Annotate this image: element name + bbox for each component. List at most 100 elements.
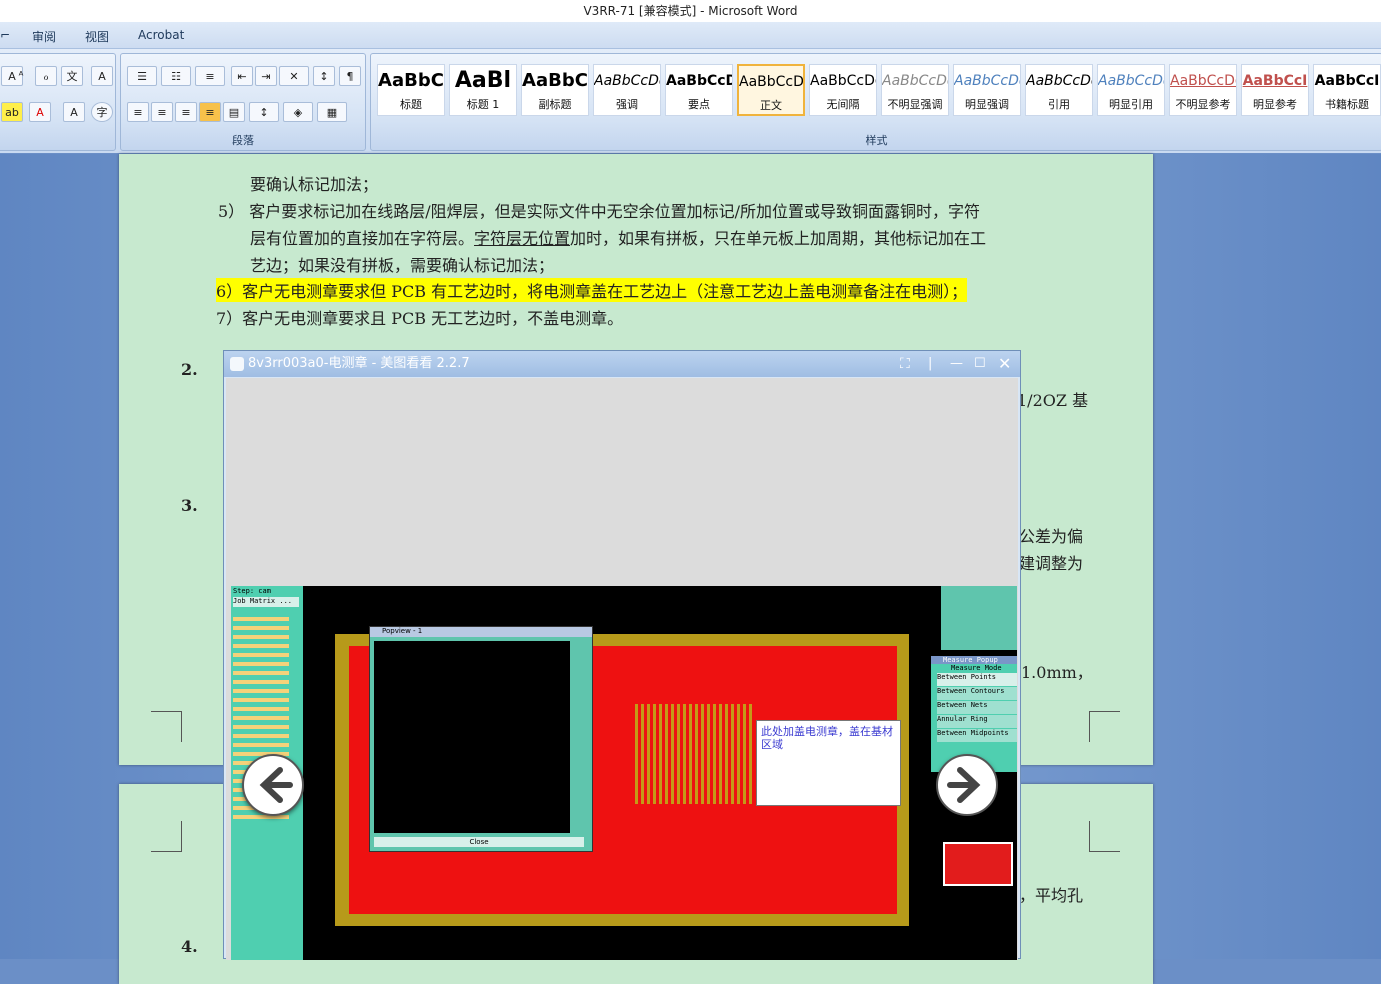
popview-close-button[interactable]: Close [374,837,584,847]
style-sample: AaBbCcI [1242,73,1308,89]
viewer-titlebar[interactable]: 8v3rr003a0-电测章 - 美图看看 2.2.7 ⛶ | — ☐ ✕ [224,351,1020,377]
style-name: 副标题 [538,98,572,111]
style-sample: AaBbCcDd [882,73,948,89]
menu-review[interactable]: 审阅 [32,28,56,45]
style-sample: AaBl [454,68,512,93]
style-card[interactable]: AaBl 标题 1 [449,64,517,116]
paragraph-group-label: 段落 [232,134,254,147]
style-name: 要点 [688,98,710,111]
viewer-image-area: Step: cam Job Matrix ... Measure Popup M… [226,378,1018,960]
style-card[interactable]: AaBbCcDd 不明显参考 [1169,64,1237,116]
distributed-icon[interactable]: ▤ [223,102,245,122]
menu-acrobat[interactable]: Acrobat [138,28,184,42]
image-viewer-window[interactable]: 8v3rr003a0-电测章 - 美图看看 2.2.7 ⛶ | — ☐ ✕ St… [223,350,1021,960]
font-group: A ᴬ ℴ 文 A ab A A 字 [0,53,116,151]
doc-fragment-gongcha: 公差为偏 [1019,527,1084,546]
style-card[interactable]: AaBbCcDd 无间隔 [809,64,877,116]
style-sample: AaBbC [378,70,444,91]
style-card[interactable]: AaBbCcD 要点 [665,64,733,116]
next-image-button[interactable] [936,754,998,816]
align-left-icon[interactable]: ≡ [127,102,149,122]
measure-option[interactable]: Between Contours [937,687,1017,700]
bullets-icon[interactable]: ☰ [127,66,157,86]
style-card[interactable]: AaBbCcDd 强调 [593,64,661,116]
font-color-icon[interactable]: A [29,102,51,122]
list-number-3: 3. [181,496,198,515]
cam-screenshot: Step: cam Job Matrix ... Measure Popup M… [231,586,1017,960]
measure-option[interactable]: Between Points [937,673,1017,686]
margin-mark [151,821,182,852]
margin-mark [151,711,182,742]
style-name: 明显强调 [965,98,1009,111]
cam-job-matrix[interactable]: Job Matrix ... [233,597,299,607]
menu-view[interactable]: 视图 [85,28,109,45]
measure-popup-title: Measure Popup [931,656,1017,664]
style-sample: AaBbCcDd [954,73,1020,89]
style-sample: AaBbCcDd [1026,73,1092,89]
shrink-font-icon[interactable]: ᴬ [10,66,32,86]
style-card[interactable]: AaBbCcDd 明显引用 [1097,64,1165,116]
arrow-left-icon [259,767,293,803]
char-border-icon[interactable]: A [91,66,113,86]
red-sample-box [943,842,1013,886]
popview-window[interactable]: Popview - 1 Close [369,626,593,852]
style-card[interactable]: AaBbCcDd 明显强调 [953,64,1021,116]
doc-line-3a: 层有位置加的直接加在字符层。 [250,229,475,248]
previous-image-button[interactable] [242,754,304,816]
multilevel-list-icon[interactable]: ≡ [195,66,225,86]
phonetic-icon[interactable]: 文 [61,66,83,86]
style-sample: AaBbCcD [666,73,732,89]
decrease-indent-icon[interactable]: ⇤ [231,66,253,86]
sort-icon[interactable]: ↕ [313,66,335,86]
window-title: V3RR-71 [兼容模式] - Microsoft Word [0,0,1381,22]
style-card[interactable]: AaBbCcI 明显参考 [1241,64,1309,116]
line-spacing-icon[interactable]: ↕ [249,102,279,122]
style-card[interactable]: AaBbCcI 书籍标题 [1313,64,1381,116]
doc-fragment-2oz: 1/2OZ 基 [1017,391,1089,410]
measure-option[interactable]: Between Midpoints [937,729,1017,742]
minimize-icon[interactable]: — [950,351,963,377]
increase-indent-icon[interactable]: ⇥ [255,66,277,86]
viewer-title: 8v3rr003a0-电测章 - 美图看看 2.2.7 [248,356,470,371]
measure-mode-label: Measure Mode [951,664,1002,672]
separator: | [928,356,933,371]
style-card[interactable]: AaBbC 标题 [377,64,445,116]
style-card[interactable]: AaBbCcDd 正文 [737,64,805,116]
borders-icon[interactable]: ▦ [317,102,347,122]
style-name: 引用 [1048,98,1070,111]
align-center-icon[interactable]: ≡ [151,102,173,122]
doc-line-5-highlighted: 6）客户无电测章要求但 PCB 有工艺边时，将电测章盖在工艺边上（注意工艺边上盖… [216,278,968,302]
style-sample: AaBbC [522,70,588,91]
maximize-icon[interactable]: ☐ [974,351,986,377]
styles-group-label: 样式 [865,134,888,147]
show-marks-icon[interactable]: ¶ [339,66,361,86]
shading-icon[interactable]: ◈ [283,102,313,122]
align-right-icon[interactable]: ≡ [175,102,197,122]
style-sample: AaBbCcDd [1098,73,1164,89]
justify-icon[interactable]: ≡ [199,102,221,122]
clear-format-icon[interactable]: ℴ [35,66,57,86]
asian-layout-icon[interactable]: ✕ [279,66,309,86]
styles-group: AaBbC标题AaBl标题 1AaBbC副标题AaBbCcDd强调AaBbCcD… [370,53,1381,151]
measure-option[interactable]: Between Nets [937,701,1017,714]
style-name: 不明显强调 [887,98,943,111]
doc-fragment-tiaozheng: 建调整为 [1019,554,1084,573]
style-card[interactable]: AaBbCcDd 不明显强调 [881,64,949,116]
close-icon[interactable]: ✕ [998,351,1011,377]
style-sample: AaBbCcI [1314,73,1380,89]
measure-option[interactable]: Annular Ring [937,715,1017,728]
style-sample: AaBbCcDd [810,73,876,89]
fit-window-icon[interactable]: ⛶ [900,351,910,377]
style-card[interactable]: AaBbC 副标题 [521,64,589,116]
doc-line-4: 艺边；如果没有拼板，需要确认标记加法； [250,256,555,275]
ribbon: A ᴬ ℴ 文 A ab A A 字 ☰ ☷ ≡ ⇤ ⇥ ✕ ↕ ¶ ≡ ≡ ≡… [0,49,1381,153]
margin-mark [1089,821,1120,852]
highlight-icon[interactable]: ab [1,102,23,122]
cam-step-label: Step: cam [233,587,271,595]
style-card[interactable]: AaBbCcDd 引用 [1025,64,1093,116]
enclose-char-icon[interactable]: 字 [91,102,113,122]
numbering-icon[interactable]: ☷ [161,66,191,86]
char-shading-icon[interactable]: A [63,102,85,122]
style-name: 无间隔 [826,98,860,111]
menu-fragment[interactable]: ⌐ [0,28,10,42]
